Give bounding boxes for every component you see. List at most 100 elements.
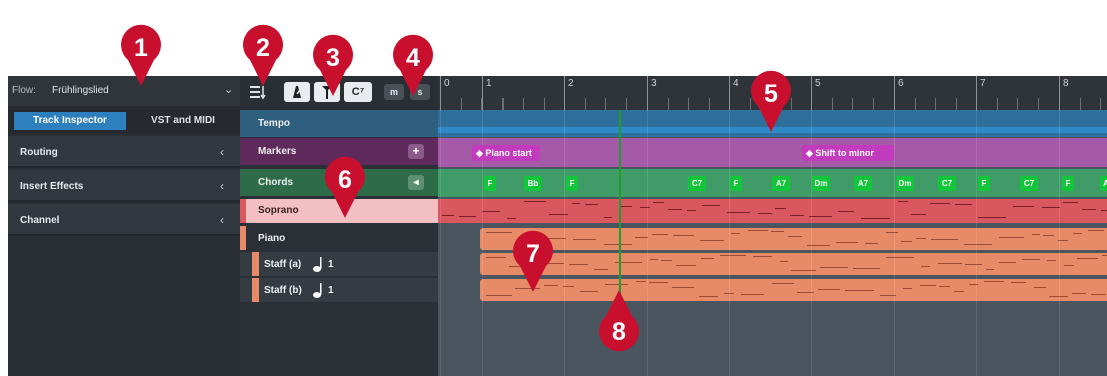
bar-number: 4 <box>733 78 739 89</box>
bar-number: 7 <box>980 78 986 89</box>
bar-number: 5 <box>815 78 821 89</box>
beat-tick <box>935 98 936 110</box>
chord-chip[interactable]: F <box>1062 176 1074 191</box>
quarter-note-icon <box>313 257 322 272</box>
bar-tick <box>894 76 895 110</box>
beat-tick <box>1037 98 1039 110</box>
bar-tick <box>647 76 648 110</box>
chord-chip[interactable]: Dm <box>812 176 830 191</box>
section-channel[interactable]: Channel ‹ <box>8 204 240 236</box>
chord-chip[interactable]: C7 <box>1020 176 1038 191</box>
timeline-ruler[interactable]: 0 1 2 3 4 5 6 7 8 <box>438 76 1107 110</box>
tab-track-inspector[interactable]: Track Inspector <box>14 112 126 130</box>
sort-icon[interactable] <box>248 82 268 102</box>
beat-tick <box>1017 98 1018 110</box>
section-label: Channel <box>20 215 60 226</box>
bar-tick <box>811 76 812 110</box>
chord-mute-icon[interactable]: ◂ <box>408 175 424 190</box>
track-label: Staff (a) <box>264 259 302 270</box>
callout-number: 1 <box>134 34 148 62</box>
beat-tick <box>584 98 586 110</box>
track-color-strip <box>240 199 246 223</box>
beat-tick <box>770 98 771 110</box>
callout-number: 4 <box>406 44 420 72</box>
track-color-strip <box>252 278 259 302</box>
bar-tick <box>1059 76 1060 110</box>
track-header-markers[interactable]: Markers + <box>240 138 438 165</box>
track-color-strip <box>240 226 246 250</box>
bar-tick <box>976 76 977 110</box>
bar-tick <box>729 76 730 110</box>
beat-tick <box>790 98 792 110</box>
flow-value[interactable]: Frühlingslied <box>52 85 109 96</box>
bar-number: 3 <box>651 78 657 89</box>
track-label: Piano <box>258 233 286 244</box>
beat-tick <box>914 98 916 110</box>
track-header-soprano[interactable]: Soprano <box>240 199 438 223</box>
timeline-area[interactable]: ◆ Piano start ◆ Shift to minor F Bb F C7 F A7 D… <box>438 110 1107 376</box>
add-marker-button[interactable]: + <box>408 144 424 159</box>
metronome-button[interactable] <box>284 82 310 102</box>
beat-tick <box>708 98 710 110</box>
track-header-staff-a[interactable]: Staff (a) 1 <box>240 252 438 276</box>
voice-number: 1 <box>328 259 334 270</box>
beat-tick <box>625 98 627 110</box>
beat-tick <box>749 98 751 110</box>
beat-tick <box>852 98 853 110</box>
bar-tick <box>564 76 565 110</box>
chord-chip[interactable]: F <box>566 176 578 191</box>
section-routing[interactable]: Routing ‹ <box>8 136 240 168</box>
chords-layer: F Bb F C7 F A7 Dm A7 Dm C7 F C7 F A <box>438 110 1107 376</box>
chevron-left-icon[interactable]: ‹ <box>220 213 224 227</box>
track-header-staff-b[interactable]: Staff (b) 1 <box>240 278 438 302</box>
track-header-piano[interactable]: Piano <box>240 226 438 250</box>
chord-chip[interactable]: F <box>730 176 742 191</box>
track-label: Chords <box>258 177 293 188</box>
beat-tick <box>831 98 833 110</box>
flow-label: Flow: <box>12 85 36 96</box>
bar-number: 1 <box>486 78 492 89</box>
chord-chip[interactable]: Dm <box>896 176 914 191</box>
beat-tick <box>502 98 504 110</box>
chord-chip[interactable]: A <box>1100 176 1107 191</box>
chord-chip[interactable]: F <box>484 176 496 191</box>
chord-chip[interactable]: A7 <box>772 176 790 191</box>
bar-number: 8 <box>1063 78 1069 89</box>
bar-number: 2 <box>568 78 574 89</box>
chord-symbols-button[interactable]: C⁷ <box>344 82 372 102</box>
mute-button[interactable]: m <box>384 84 404 100</box>
beat-tick <box>667 98 669 110</box>
chord-chip[interactable]: C7 <box>938 176 956 191</box>
tab-vst-and-midi[interactable]: VST and MIDI <box>132 112 234 130</box>
track-header-chords[interactable]: Chords ◂ <box>240 169 438 196</box>
chevron-left-icon[interactable]: ‹ <box>220 179 224 193</box>
playhead[interactable] <box>619 110 621 294</box>
chord-chip[interactable]: F <box>978 176 990 191</box>
voice-number: 1 <box>328 285 334 296</box>
chord-chip[interactable]: C7 <box>688 176 706 191</box>
track-label: Staff (b) <box>264 285 302 296</box>
quarter-note-icon <box>313 283 322 298</box>
callout-number: 3 <box>326 44 340 72</box>
beat-tick <box>688 98 689 110</box>
section-insert-effects[interactable]: Insert Effects ‹ <box>8 170 240 202</box>
beat-tick <box>872 98 874 110</box>
track-list: Tempo Markers + Chords ◂ Soprano Piano S… <box>240 110 438 376</box>
track-color-strip <box>252 252 259 276</box>
solo-button[interactable]: s <box>410 84 430 100</box>
chord-chip[interactable]: Bb <box>524 176 542 191</box>
chevron-left-icon[interactable]: ‹ <box>220 145 224 159</box>
marker-button[interactable] <box>314 82 340 102</box>
bar-tick <box>482 76 483 110</box>
inspector-tabs: Track Inspector VST and MIDI <box>8 106 240 134</box>
beat-tick <box>996 98 998 110</box>
track-header-tempo[interactable]: Tempo <box>240 110 438 137</box>
chevron-down-icon[interactable]: ⌄ <box>224 83 233 96</box>
metronome-icon <box>293 86 303 98</box>
beat-tick <box>955 98 957 110</box>
flow-selector[interactable]: Flow: Frühlingslied ⌄ <box>8 76 240 106</box>
beat-tick <box>605 98 606 110</box>
marker-icon <box>322 86 332 99</box>
chord-chip[interactable]: A7 <box>854 176 872 191</box>
beat-tick <box>543 98 545 110</box>
